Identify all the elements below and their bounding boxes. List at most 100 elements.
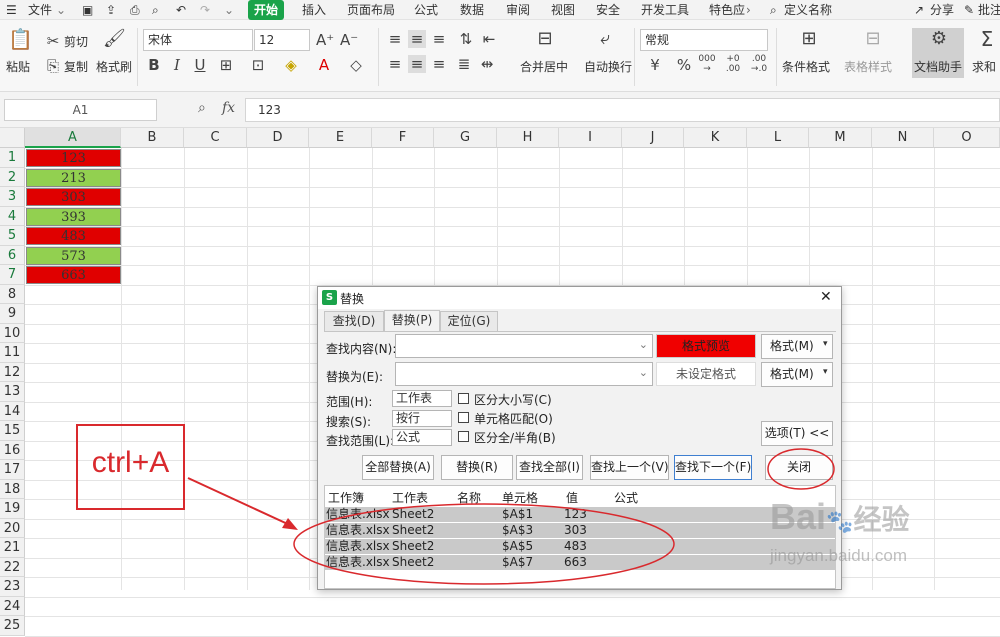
increase-decimal-icon[interactable]: +0.00 xyxy=(722,54,744,74)
doc-assistant-icon[interactable]: ⚙ xyxy=(928,30,950,48)
column-header[interactable]: I xyxy=(559,128,622,148)
tab-goto[interactable]: 定位(G) xyxy=(440,311,498,331)
row-header[interactable]: 6 xyxy=(0,245,25,265)
tab-home[interactable]: 开始 xyxy=(248,0,285,20)
tab-formulas[interactable]: 公式 xyxy=(414,0,438,20)
select-all-corner[interactable] xyxy=(0,128,25,148)
zoom-icon[interactable]: ⌕ xyxy=(198,100,206,116)
close-icon[interactable]: ✕ xyxy=(820,289,832,305)
search-box[interactable]: 定义名称 xyxy=(784,0,832,20)
lookin-select[interactable]: 公式 xyxy=(392,429,452,446)
formula-input[interactable]: 123 xyxy=(245,98,1000,122)
column-header[interactable]: A xyxy=(25,128,121,148)
match-cell-checkbox[interactable] xyxy=(458,412,469,423)
align-top-icon[interactable]: ≡ xyxy=(386,30,404,48)
tab-security[interactable]: 安全 xyxy=(596,0,620,20)
find-input[interactable]: ⌄ xyxy=(395,334,653,358)
result-row[interactable]: 信息表.xlsx Sheet2 $A$5 483 xyxy=(324,539,836,554)
replace-button[interactable]: 替换(R) xyxy=(441,455,513,480)
cell-A5[interactable]: 483 xyxy=(26,227,121,245)
row-header[interactable]: 20 xyxy=(0,518,25,538)
dropdown-arrow-icon[interactable]: ▾ xyxy=(823,367,828,377)
match-case-checkbox[interactable] xyxy=(458,393,469,404)
tab-view[interactable]: 视图 xyxy=(551,0,575,20)
row-header[interactable]: 19 xyxy=(0,499,25,519)
row-header[interactable]: 3 xyxy=(0,187,25,207)
column-header[interactable]: K xyxy=(684,128,747,148)
search-select[interactable]: 按行 xyxy=(392,410,452,427)
row-header[interactable]: 14 xyxy=(0,401,25,421)
tab-review[interactable]: 审阅 xyxy=(506,0,530,20)
font-name-select[interactable]: 宋体 xyxy=(143,29,253,51)
decrease-decimal-icon[interactable]: .00 →.0 xyxy=(748,54,770,74)
undo-icon[interactable]: ↶ xyxy=(176,0,186,20)
find-all-button[interactable]: 查找全部(I) xyxy=(516,455,583,480)
align-middle-icon[interactable]: ≡ xyxy=(408,30,426,48)
cell-A7[interactable]: 663 xyxy=(26,266,121,284)
percent-button[interactable]: % xyxy=(676,56,692,74)
row-header[interactable]: 9 xyxy=(0,304,25,324)
tab-find[interactable]: 查找(D) xyxy=(324,311,384,331)
row-header[interactable]: 25 xyxy=(0,616,25,636)
cell-A2[interactable]: 213 xyxy=(26,168,121,187)
merge-center-button[interactable]: 合并居中 xyxy=(520,58,568,75)
underline-button[interactable]: U xyxy=(192,56,208,74)
cell-A6[interactable]: 573 xyxy=(26,246,121,265)
row-header[interactable]: 23 xyxy=(0,577,25,597)
fill-style-icon[interactable]: ⊡ xyxy=(250,56,266,74)
row-header[interactable]: 16 xyxy=(0,440,25,460)
match-width-checkbox[interactable] xyxy=(458,431,469,442)
hamburger-icon[interactable]: ☰ xyxy=(6,0,17,20)
save-icon[interactable]: ▣ xyxy=(82,0,93,20)
tab-data[interactable]: 数据 xyxy=(460,0,484,20)
align-left-icon[interactable]: ≡ xyxy=(386,55,404,73)
tab-replace[interactable]: 替换(P) xyxy=(384,310,440,332)
bold-button[interactable]: B xyxy=(146,56,162,74)
row-header[interactable]: 8 xyxy=(0,284,25,304)
paste-button[interactable]: 粘贴 xyxy=(6,58,30,75)
replace-all-button[interactable]: 全部替换(A) xyxy=(362,455,434,480)
row-header[interactable]: 2 xyxy=(0,167,25,187)
format-painter-button[interactable]: 格式刷 xyxy=(96,58,132,75)
font-shrink-icon[interactable]: A⁻ xyxy=(340,31,358,49)
row-header[interactable]: 7 xyxy=(0,265,25,285)
row-header[interactable]: 13 xyxy=(0,382,25,402)
preview-icon[interactable]: ⌕ xyxy=(152,0,159,20)
justify-icon[interactable]: ≣ xyxy=(455,55,473,73)
result-row[interactable]: 信息表.xlsx Sheet2 $A$7 663 xyxy=(324,555,836,570)
export-icon[interactable]: ⇪ xyxy=(106,0,116,20)
row-header[interactable]: 1 xyxy=(0,148,25,168)
conditional-format-button[interactable]: 条件格式 xyxy=(782,58,830,75)
chevron-down-icon[interactable]: ⌄ xyxy=(56,0,66,20)
row-header[interactable]: 15 xyxy=(0,421,25,441)
row-header[interactable]: 10 xyxy=(0,323,25,343)
column-header[interactable]: G xyxy=(434,128,497,148)
column-header[interactable]: F xyxy=(372,128,434,148)
column-header[interactable]: C xyxy=(184,128,247,148)
redo-icon[interactable]: ↷ xyxy=(200,0,210,20)
find-previous-button[interactable]: 查找上一个(V) xyxy=(590,455,669,480)
row-header[interactable]: 21 xyxy=(0,538,25,558)
tab-insert[interactable]: 插入 xyxy=(302,0,326,20)
column-header[interactable]: D xyxy=(247,128,309,148)
doc-assistant-button[interactable]: 文档助手 xyxy=(914,58,962,75)
more-icon[interactable]: ⌄ xyxy=(224,0,234,20)
scope-select[interactable]: 工作表 xyxy=(392,390,452,407)
chevron-down-icon[interactable]: ⌄ xyxy=(639,338,648,351)
font-grow-icon[interactable]: A⁺ xyxy=(316,31,334,49)
chevron-down-icon[interactable]: ⌄ xyxy=(639,366,648,379)
merge-icon[interactable]: ⊟ xyxy=(534,30,556,48)
function-icon[interactable]: fx xyxy=(222,100,235,116)
tab-developer[interactable]: 开发工具 xyxy=(641,0,689,20)
menu-file[interactable]: 文件 xyxy=(28,0,52,20)
row-header[interactable]: 22 xyxy=(0,557,25,577)
column-header[interactable]: O xyxy=(934,128,1000,148)
row-header[interactable]: 11 xyxy=(0,343,25,363)
result-row[interactable]: 信息表.xlsx Sheet2 $A$3 303 xyxy=(324,523,836,538)
font-color-icon[interactable]: A xyxy=(316,56,332,74)
align-right-icon[interactable]: ≡ xyxy=(430,55,448,73)
paste-icon[interactable]: 📋 xyxy=(8,29,33,49)
replace-input[interactable]: ⌄ xyxy=(395,362,653,386)
table-style-button[interactable]: 表格样式 xyxy=(844,58,892,75)
sum-icon[interactable]: Σ xyxy=(976,29,998,49)
